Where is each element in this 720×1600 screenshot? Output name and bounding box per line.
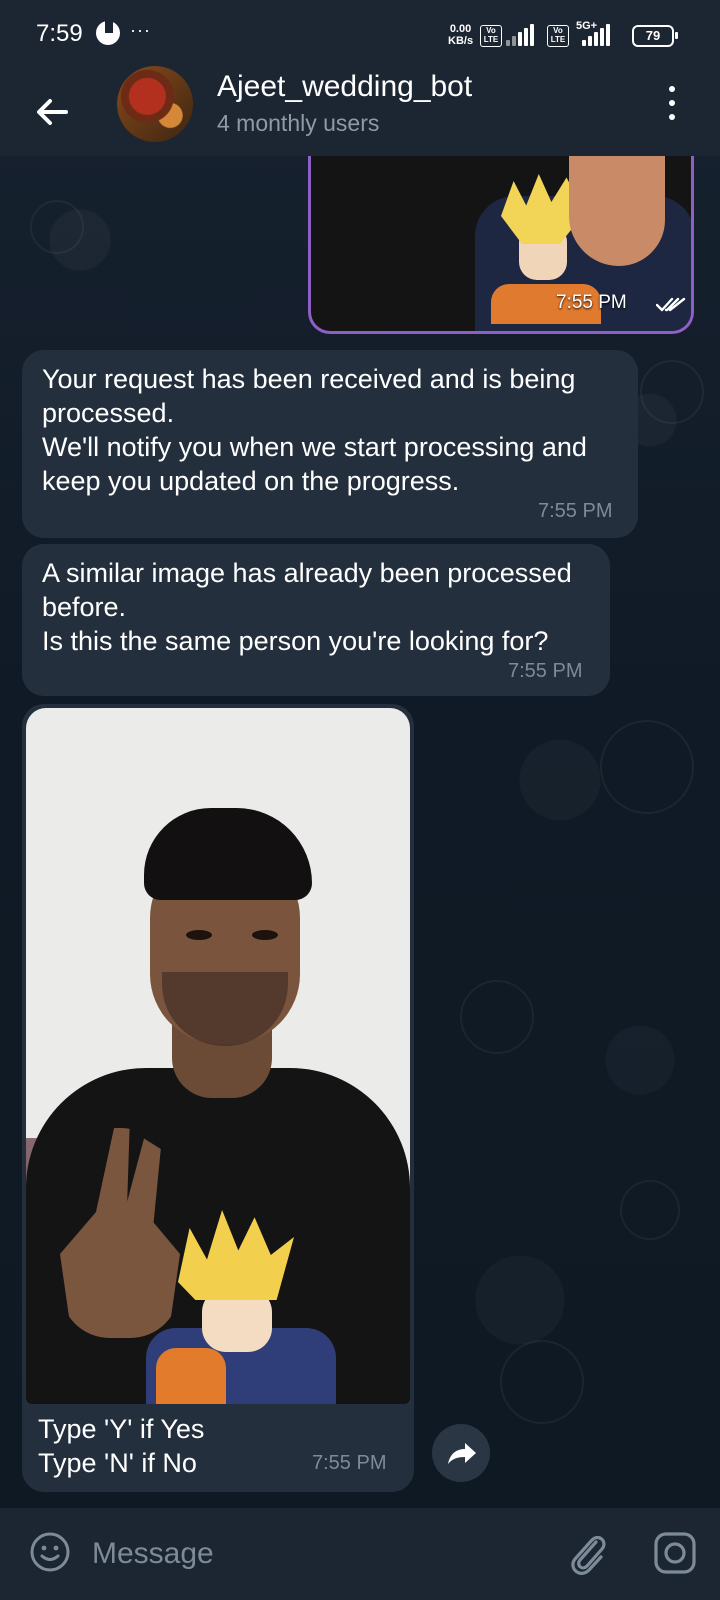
wallpaper-doodle	[500, 1340, 584, 1424]
more-options-button[interactable]	[662, 86, 682, 122]
status-bar: 7:59 ··· 0.00 KB/s Vo LTE Vo LTE 5G+ 79	[0, 0, 720, 70]
message-text: A similar image has already been process…	[42, 558, 572, 656]
more-notifications-icon: ···	[130, 20, 151, 40]
wallpaper-doodle	[460, 980, 534, 1054]
wallpaper-doodle	[30, 200, 84, 254]
incoming-photo-message[interactable]: Type 'Y' if Yes Type 'N' if No 7:55 PM	[22, 704, 414, 1492]
notification-icon	[96, 19, 120, 45]
status-time: 7:59	[36, 20, 83, 47]
wallpaper-doodle	[620, 1180, 680, 1240]
network-speed-unit: KB/s	[448, 35, 474, 47]
read-ticks-icon	[656, 297, 686, 312]
camera-button[interactable]	[652, 1530, 698, 1576]
attach-icon	[571, 1535, 606, 1575]
message-text: Your request has been received and is be…	[42, 364, 587, 496]
wallpaper-doodle	[600, 720, 694, 814]
more-vert-icon	[669, 100, 675, 106]
incoming-message[interactable]: A similar image has already been process…	[22, 544, 610, 696]
volte-badge-sim2: Vo LTE	[547, 25, 569, 47]
chat-title[interactable]: Ajeet_wedding_bot	[217, 70, 472, 104]
back-button[interactable]	[30, 90, 74, 134]
volte-badge-sim1: Vo LTE	[480, 25, 502, 47]
message-time: 7:55 PM	[312, 1452, 387, 1474]
message-time: 7:55 PM	[538, 500, 613, 522]
share-icon	[448, 1443, 476, 1464]
back-arrow-icon	[37, 99, 68, 125]
incoming-message[interactable]: Your request has been received and is be…	[22, 350, 638, 538]
share-button[interactable]	[432, 1424, 490, 1482]
chat-subtitle: 4 monthly users	[217, 110, 380, 136]
message-input-bar	[0, 1508, 720, 1600]
outgoing-photo[interactable]	[308, 156, 694, 334]
message-photo[interactable]	[26, 708, 410, 1404]
battery-icon: 79	[632, 25, 678, 47]
more-vert-icon	[669, 86, 675, 92]
message-time: 7:55 PM	[508, 660, 583, 682]
attach-button[interactable]	[566, 1528, 610, 1578]
more-vert-icon	[669, 114, 675, 120]
photo-caption: Type 'Y' if Yes Type 'N' if No	[38, 1414, 205, 1478]
wallpaper-doodle	[640, 360, 704, 424]
network-speed-value: 0.00	[449, 23, 472, 35]
camera-icon	[654, 1532, 696, 1574]
message-input[interactable]	[92, 1530, 532, 1578]
signal-icon-sim2	[582, 24, 614, 46]
network-speed: 0.00 KB/s	[448, 23, 473, 47]
bot-avatar[interactable]	[117, 66, 193, 142]
signal-icon-sim1	[506, 24, 538, 46]
outgoing-photo-time: 7:55 PM	[556, 292, 627, 313]
emoji-button[interactable]	[28, 1530, 72, 1574]
emoji-icon	[30, 1532, 70, 1572]
